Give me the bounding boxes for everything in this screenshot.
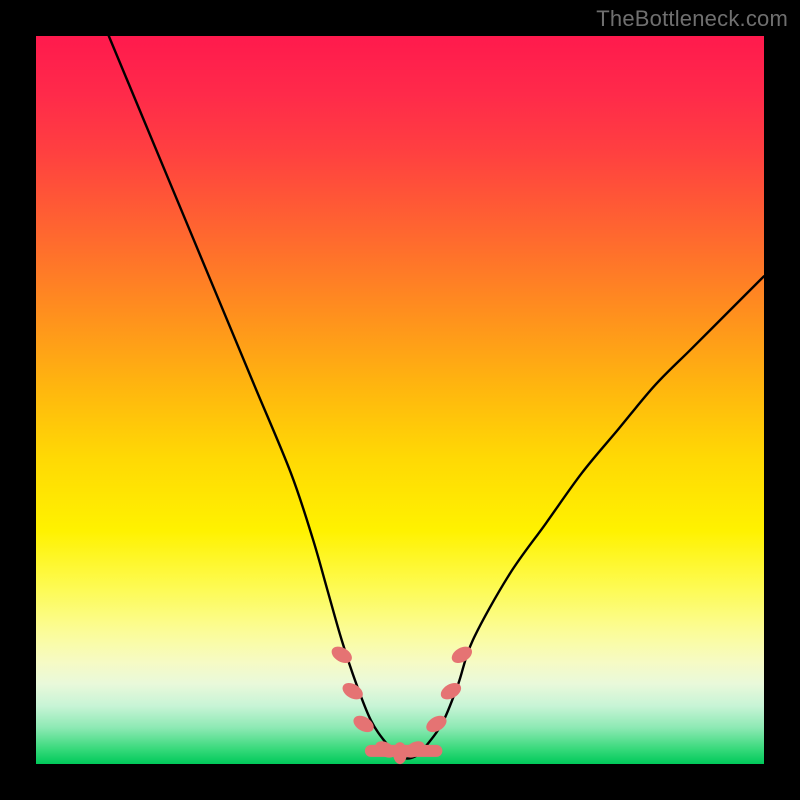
accent-markers: [329, 643, 475, 764]
plot-area: [36, 36, 764, 764]
curve-svg: [36, 36, 764, 764]
watermark-text: TheBottleneck.com: [596, 6, 788, 32]
chart-frame: TheBottleneck.com: [0, 0, 800, 800]
curve-line: [109, 36, 764, 759]
